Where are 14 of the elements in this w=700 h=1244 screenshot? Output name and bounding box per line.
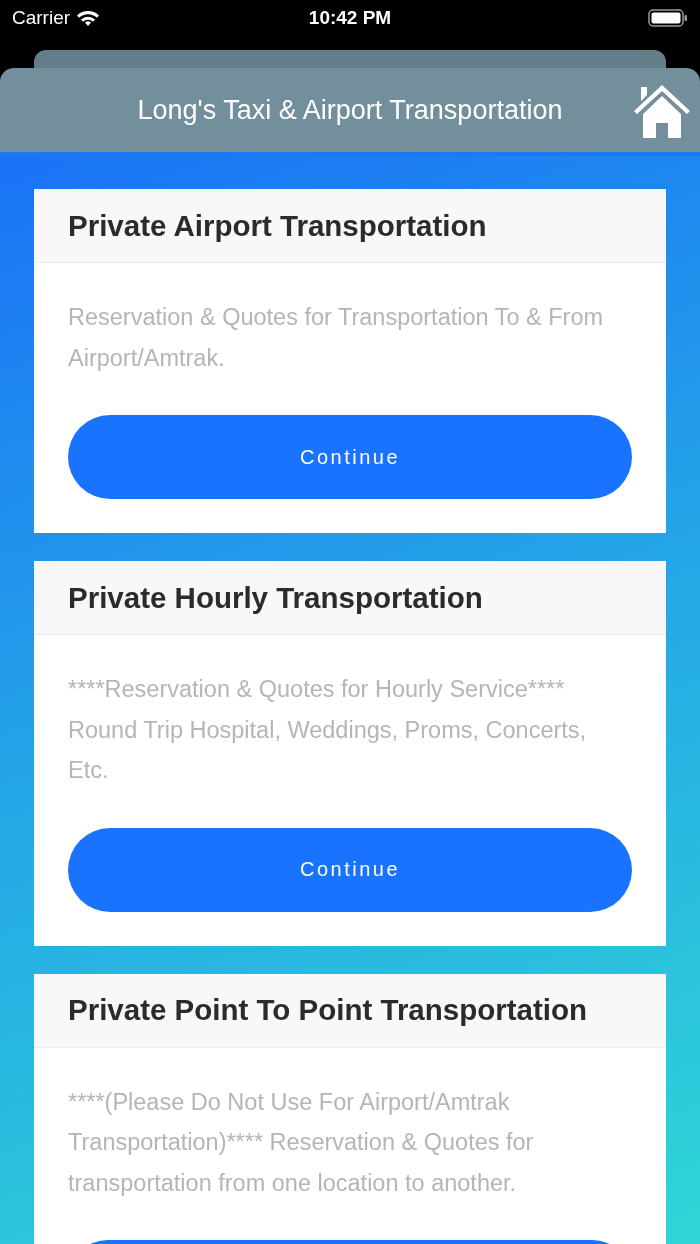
- home-icon[interactable]: [632, 82, 692, 139]
- card-description: Reservation & Quotes for Transportation To & From Airport/Amtrak.: [68, 303, 605, 373]
- time-label: 10:42 PM: [308, 7, 392, 28]
- card-description: ****Reservation & Quotes for Hourly Service**** Round Trip Hospital, Weddings, Proms, Concerts, Etc.: [68, 675, 588, 785]
- card-title: Private Airport Transportation: [68, 208, 487, 243]
- card-title: Private Hourly Transportation: [68, 580, 483, 615]
- carrier-label: Carrier: [12, 7, 71, 29]
- wifi-icon: [76, 9, 101, 27]
- continue-button[interactable]: Continue: [68, 827, 632, 912]
- card-description: ****(Please Do Not Use For Airport/Amtrak Transportation)**** Reservation & Quotes for transportation from one location to another.: [68, 1087, 535, 1198]
- continue-button[interactable]: Continue: [68, 415, 632, 499]
- app-title: Long's Taxi & Airport Transportation: [137, 94, 563, 126]
- card-title: Private Point To Point Transportation: [68, 993, 587, 1027]
- battery-icon: [648, 9, 688, 27]
